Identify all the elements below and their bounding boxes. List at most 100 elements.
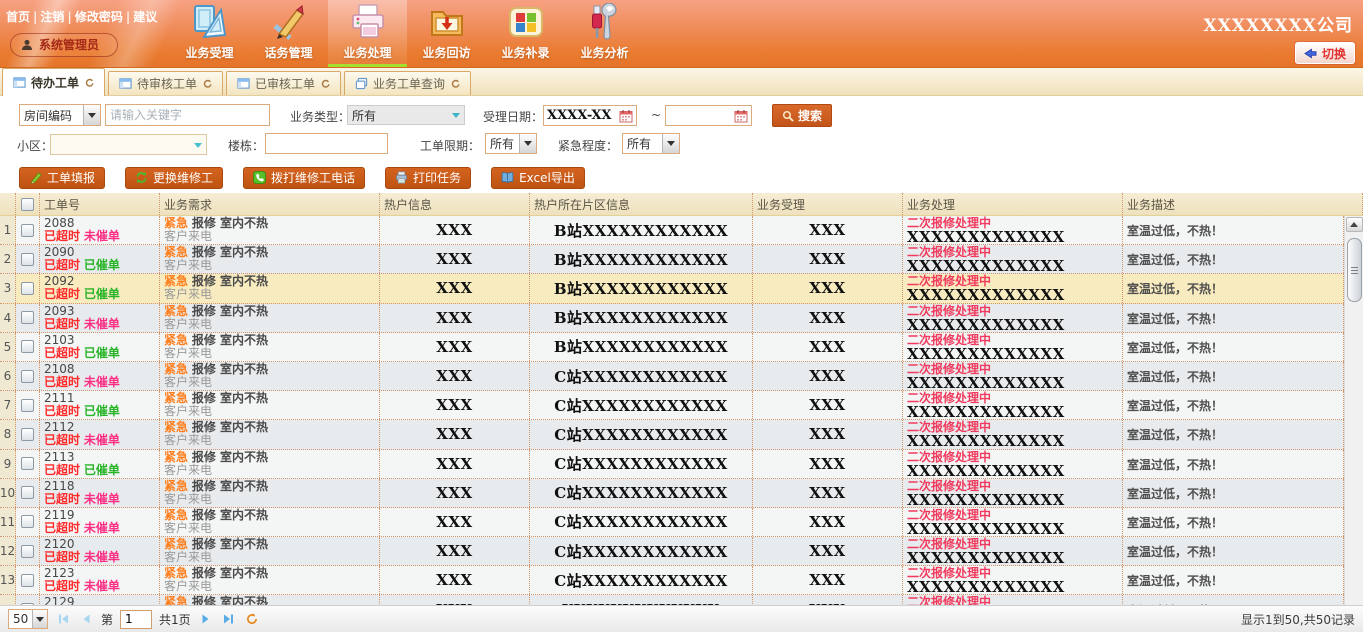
date-to-input[interactable] <box>665 105 752 126</box>
nav-item-accept[interactable]: 业务受理 <box>170 0 249 68</box>
search-button[interactable]: 搜索 <box>772 104 832 127</box>
table-row[interactable]: 42093 已超时 未催单紧急 报修 室内不热 客户来电XXXB站XXXXXXX… <box>0 304 1344 333</box>
nav-item-analysis[interactable]: 业务分析 <box>565 0 644 68</box>
deadline-select[interactable]: 所有 <box>485 133 537 154</box>
column-header-2: 热户信息 <box>380 193 530 215</box>
calendar-icon[interactable] <box>619 109 633 123</box>
acceptor-cell: XXX <box>753 245 903 273</box>
building-input[interactable] <box>266 134 387 153</box>
tab-pending[interactable]: 待办工单 <box>2 68 105 96</box>
acceptor-cell: XXX <box>753 420 903 448</box>
keyword-input[interactable] <box>106 105 269 125</box>
process-cell: 二次报修处理中 XXXXXXXXXXXXX <box>903 595 1123 605</box>
switch-button[interactable]: 切换 <box>1295 42 1355 64</box>
nav-item-supplement[interactable]: 业务补录 <box>486 0 565 68</box>
table-row[interactable]: 12088 已超时 未催单紧急 报修 室内不热 客户来电XXXB站XXXXXXX… <box>0 216 1344 245</box>
tab-window-icon <box>13 76 26 89</box>
demand-text: 报修 室内不热 <box>192 537 268 551</box>
link-suggestion[interactable]: 建议 <box>133 10 157 24</box>
table-row[interactable]: 52103 已超时 已催单紧急 报修 室内不热 客户来电XXXB站XXXXXXX… <box>0 333 1344 362</box>
tab-refresh-icon[interactable] <box>203 79 212 88</box>
set-square-icon <box>191 3 229 41</box>
row-checkbox[interactable] <box>21 282 34 295</box>
tab-refresh-icon[interactable] <box>451 79 460 88</box>
area-cell: C站XXXXXXXXXXXX <box>530 566 753 594</box>
scroll-up-button[interactable] <box>1346 217 1363 232</box>
table-row[interactable]: 32092 已超时 已催单紧急 报修 室内不热 客户来电XXXB站XXXXXXX… <box>0 274 1344 303</box>
row-checkbox[interactable] <box>21 428 34 441</box>
community-select[interactable] <box>50 134 207 155</box>
table-row[interactable]: 92113 已超时 已催单紧急 报修 室内不热 客户来电XXXC站XXXXXXX… <box>0 450 1344 479</box>
table-row[interactable]: 22090 已超时 已催单紧急 报修 室内不热 客户来电XXXB站XXXXXXX… <box>0 245 1344 274</box>
next-page-button[interactable] <box>198 611 214 627</box>
link-home[interactable]: 首页 <box>6 10 30 24</box>
row-checkbox[interactable] <box>21 574 34 587</box>
area-value: XXXXXXXXXXXXX <box>562 601 720 605</box>
select-all-checkbox[interactable] <box>21 198 34 211</box>
print-task-button[interactable]: 打印任务 <box>385 167 471 189</box>
table-row[interactable]: 102118 已超时 未催单紧急 报修 室内不热 客户来电XXXC站XXXXXX… <box>0 479 1344 508</box>
timeout-badge: 已超时 <box>44 463 80 477</box>
row-checkbox[interactable] <box>21 253 34 266</box>
nav-item-process[interactable]: 业务处理 <box>328 0 407 68</box>
prev-page-button[interactable] <box>78 611 94 627</box>
link-logout[interactable]: 注销 <box>40 10 64 24</box>
row-checkbox[interactable] <box>21 545 34 558</box>
call-worker-button[interactable]: 拨打维修工电话 <box>243 167 365 189</box>
table-row[interactable]: 122120 已超时 未催单紧急 报修 室内不热 客户来电XXXC站XXXXXX… <box>0 537 1344 566</box>
nav-item-callback[interactable]: 业务回访 <box>407 0 486 68</box>
row-checkbox[interactable] <box>21 603 34 605</box>
description-cell: 室温过低，不热！ <box>1123 508 1344 536</box>
building-input-wrap <box>265 133 388 154</box>
company-name: XXXXXXXX公司 <box>1203 11 1353 36</box>
description-cell: 室温过低，不热！ <box>1123 595 1344 605</box>
source-text: 客户来电 <box>164 288 379 301</box>
field-type-select[interactable]: 房间编码 <box>19 104 101 126</box>
business-type-select[interactable]: 所有 <box>347 105 465 125</box>
row-number: 8 <box>0 420 16 448</box>
chevron-down-icon <box>194 143 202 152</box>
change-worker-button[interactable]: 更换维修工 <box>125 167 223 189</box>
tab-reviewed[interactable]: 已审核工单 <box>226 71 341 95</box>
urge-badge: 未催单 <box>84 579 120 593</box>
demand-cell: 紧急 报修 室内不热 客户来电 <box>160 508 380 536</box>
table-row[interactable]: 142129 已超时 未催单紧急 报修 室内不热 客户来电XXXXXXXXXXX… <box>0 595 1344 605</box>
row-checkbox[interactable] <box>21 457 34 470</box>
table-row[interactable]: 112119 已超时 未催单紧急 报修 室内不热 客户来电XXXC站XXXXXX… <box>0 508 1344 537</box>
row-checkbox[interactable] <box>21 486 34 499</box>
row-checkbox[interactable] <box>21 515 34 528</box>
table-row[interactable]: 62108 已超时 未催单紧急 报修 室内不热 客户来电XXXC站XXXXXXX… <box>0 362 1344 391</box>
excel-export-button[interactable]: Excel导出 <box>491 167 585 189</box>
link-change-password[interactable]: 修改密码 <box>75 10 123 24</box>
row-checkbox[interactable] <box>21 311 34 324</box>
first-page-button[interactable] <box>55 611 71 627</box>
table-row[interactable]: 72111 已超时 已催单紧急 报修 室内不热 客户来电XXXC站XXXXXXX… <box>0 391 1344 420</box>
fill-order-button[interactable]: 工单填报 <box>19 167 105 189</box>
row-checkbox[interactable] <box>21 370 34 383</box>
calendar-icon[interactable] <box>734 109 748 123</box>
main-nav: 业务受理话务管理业务处理业务回访业务补录业务分析 <box>170 0 644 68</box>
nav-item-call-mgmt[interactable]: 话务管理 <box>249 0 328 68</box>
acceptor-cell: XXX <box>753 595 903 605</box>
page-input[interactable] <box>120 610 152 629</box>
tab-to-review[interactable]: 待审核工单 <box>108 71 223 95</box>
row-checkbox[interactable] <box>21 224 34 237</box>
tab-refresh-icon[interactable] <box>85 78 94 87</box>
tab-query[interactable]: 业务工单查询 <box>344 71 471 95</box>
table-row[interactable]: 82112 已超时 未催单紧急 报修 室内不热 客户来电XXXC站XXXXXXX… <box>0 420 1344 449</box>
area-value: C站XXXXXXXXXXXX <box>554 541 728 562</box>
process-detail: XXXXXXXXXXXXX <box>907 405 1122 419</box>
customer-value: XXX <box>436 571 472 589</box>
row-checkbox[interactable] <box>21 340 34 353</box>
refresh-button[interactable] <box>244 611 260 627</box>
process-cell: 二次报修处理中 XXXXXXXXXXXXX <box>903 537 1123 565</box>
urgency-select[interactable]: 所有 <box>622 133 680 154</box>
scrollbar-thumb[interactable] <box>1347 238 1362 302</box>
table-scrollbar[interactable] <box>1344 216 1363 605</box>
tab-refresh-icon[interactable] <box>321 79 330 88</box>
last-page-button[interactable] <box>221 611 237 627</box>
row-checkbox[interactable] <box>21 399 34 412</box>
page-size-select[interactable]: 50 <box>8 609 48 629</box>
date-from-input[interactable]: XXXX-XX <box>543 105 637 126</box>
table-row[interactable]: 132123 已超时 未催单紧急 报修 室内不热 客户来电XXXC站XXXXXX… <box>0 566 1344 595</box>
